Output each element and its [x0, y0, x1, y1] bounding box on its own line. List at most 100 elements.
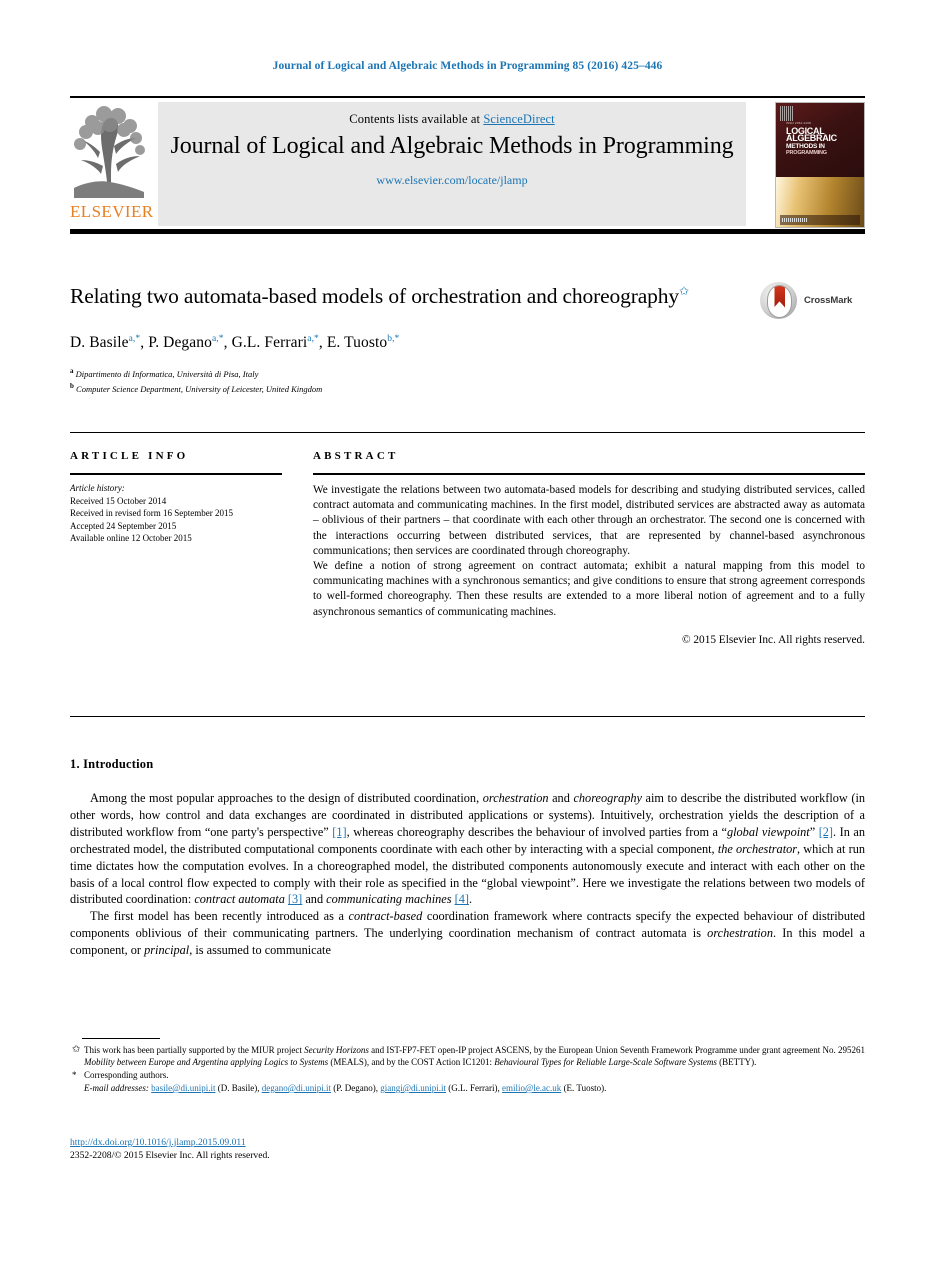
emphasis-run: global viewpoint: [726, 824, 810, 839]
author-affiliation-mark: b,*: [387, 334, 400, 345]
text-run: .: [604, 1082, 607, 1093]
citation-link[interactable]: [1]: [332, 825, 346, 839]
footnote-mark: *: [72, 1069, 77, 1080]
abstract-column: ABSTRACT We investigate the relations be…: [313, 450, 865, 646]
cover-line-2: ALGEBRAIC: [786, 133, 837, 143]
crossmark-ribbon-icon: [774, 285, 785, 308]
cover-top-panel: ISSN 2352-2208 LOGICAL ALGEBRAIC METHODS…: [776, 103, 864, 178]
doi-link[interactable]: http://dx.doi.org/10.1016/j.jlamp.2015.0…: [70, 1137, 246, 1148]
footnote-mark: ✩: [72, 1044, 81, 1055]
masthead-rule-bottom: [70, 229, 865, 234]
sciencedirect-link[interactable]: ScienceDirect: [483, 112, 554, 126]
footnote-block: ✩ This work has been partially supported …: [70, 1044, 865, 1094]
cover-footer-logo-icon: [782, 217, 808, 222]
body-paragraph: The first model has been recently introd…: [70, 908, 865, 959]
body-section-rule: [70, 716, 865, 717]
citation-link[interactable]: [2]: [819, 825, 833, 839]
journal-cover-thumbnail: ISSN 2352-2208 LOGICAL ALGEBRAIC METHODS…: [775, 102, 865, 228]
info-section-rule: [70, 432, 865, 433]
author-name: D. Basile: [70, 334, 129, 352]
cover-elsevier-mark-icon: [780, 106, 793, 121]
emphasis-run: Security Horizons: [304, 1045, 369, 1055]
title-block: CrossMark Relating two automata-based mo…: [70, 278, 865, 395]
text-run: This work has been partially supported b…: [84, 1045, 305, 1055]
text-run: Among the most popular approaches to the…: [90, 791, 483, 805]
cover-photo-panel: [776, 177, 864, 227]
paper-page: Journal of Logical and Algebraic Methods…: [0, 0, 935, 1266]
email-link[interactable]: emilio@le.ac.uk: [502, 1083, 561, 1093]
elsevier-wordmark: ELSEVIER: [70, 202, 154, 221]
article-info-underline: [70, 473, 282, 475]
text-run: ”: [809, 824, 819, 839]
article-history-item: Received in revised form 16 September 20…: [70, 508, 233, 518]
article-info-column: ARTICLE INFO Article history: Received 1…: [70, 450, 282, 545]
author-affiliation-mark: a,*: [128, 334, 141, 345]
author-entry: G.L. Ferraria,*: [232, 334, 319, 351]
abstract-underline: [313, 473, 865, 475]
text-run: (MEALS), and by the COST Action IC1201:: [328, 1057, 495, 1068]
doi-block: http://dx.doi.org/10.1016/j.jlamp.2015.0…: [70, 1136, 270, 1162]
footnote-corresponding: * Corresponding authors.: [70, 1069, 865, 1081]
article-info-heading: ARTICLE INFO: [70, 450, 189, 462]
body-text: Among the most popular approaches to the…: [70, 790, 865, 959]
article-history-item: Accepted 24 September 2015: [70, 520, 177, 531]
journal-masthead: ELSEVIER Contents lists available at Sci…: [70, 96, 865, 236]
author-entry: E. Tuostob,*: [327, 334, 400, 351]
author-name: P. Degano: [148, 334, 212, 352]
text-run: and: [302, 892, 327, 907]
email-owner: (E. Tuosto): [563, 1082, 605, 1093]
text-run: and: [548, 791, 574, 805]
crossmark-label: CrossMark: [804, 294, 853, 306]
journal-homepage-link[interactable]: www.elsevier.com/locate/jlamp: [158, 161, 746, 188]
citation-link[interactable]: [3]: [288, 892, 302, 906]
crossmark-inner: [767, 284, 792, 318]
affiliation-item: b Computer Science Department, Universit…: [70, 381, 865, 395]
text-run: , whereas choreography describes the beh…: [346, 824, 727, 839]
abstract-paragraph: We define a notion of strong agreement o…: [313, 560, 865, 618]
page-title: Relating two automata-based models of or…: [70, 278, 730, 310]
crossmark-badge[interactable]: CrossMark: [760, 280, 865, 320]
footnote-emails: E-mail addresses: basile@di.unipi.it (D.…: [70, 1082, 865, 1094]
crossmark-icon: [760, 281, 797, 319]
section-number: 1.: [70, 757, 80, 771]
email-owner: (G.L. Ferrari): [448, 1082, 498, 1093]
affiliation-list: a Dipartimento di Informatica, Universit…: [70, 366, 865, 395]
text-run: (BETTY).: [716, 1057, 757, 1068]
email-link[interactable]: degano@di.unipi.it: [262, 1083, 331, 1093]
affiliation-mark: a: [70, 367, 74, 376]
emphasis-run: the orchestrator: [717, 841, 798, 856]
issn-copyright-line: 2352-2208/© 2015 Elsevier Inc. All right…: [70, 1150, 270, 1161]
section-heading-introduction: 1. Introduction: [70, 757, 153, 772]
running-head: Journal of Logical and Algebraic Methods…: [272, 60, 663, 72]
affiliation-text: Dipartimento di Informatica, Università …: [75, 369, 259, 380]
masthead-rule-top: [70, 96, 865, 98]
abstract-heading: ABSTRACT: [313, 450, 399, 462]
emphasis-run: orchestration: [482, 791, 549, 805]
elsevier-logo: ELSEVIER: [70, 102, 154, 226]
emphasis-run: principal: [144, 943, 190, 958]
email-link[interactable]: giangi@di.unipi.it: [380, 1083, 446, 1093]
author-entry: D. Basilea,*: [70, 334, 140, 351]
emphasis-run: communicating machines: [326, 892, 452, 907]
emphasis-run: choreography: [573, 791, 642, 805]
journal-title: Journal of Logical and Algebraic Methods…: [170, 133, 734, 159]
email-owner: (P. Degano): [333, 1082, 376, 1093]
author-name: G.L. Ferrari: [231, 334, 308, 352]
author-name: E. Tuosto: [326, 334, 388, 352]
abstract-body: We investigate the relations between two…: [313, 483, 865, 620]
text-run: .: [468, 892, 473, 907]
journal-band: Contents lists available at ScienceDirec…: [158, 102, 746, 226]
text-run: and IST-FP7-FET open-IP project ASCENS, …: [368, 1045, 866, 1055]
email-link[interactable]: basile@di.unipi.it: [151, 1083, 215, 1093]
contents-prefix: Contents lists available at: [349, 112, 484, 126]
footnote-rule: [82, 1038, 160, 1039]
emphasis-run: orchestration: [707, 926, 773, 941]
citation-link[interactable]: [4]: [455, 892, 469, 906]
article-history-label: Article history:: [70, 483, 125, 493]
affiliation-mark: b: [70, 381, 74, 390]
paper-title-text: Relating two automata-based models of or…: [70, 284, 679, 309]
article-history-item: Available online 12 October 2015: [70, 533, 192, 543]
body-paragraph: Among the most popular approaches to the…: [70, 790, 865, 908]
text-run: The first model has been recently introd…: [90, 909, 349, 924]
author-entry: P. Deganoa,*: [148, 334, 223, 351]
